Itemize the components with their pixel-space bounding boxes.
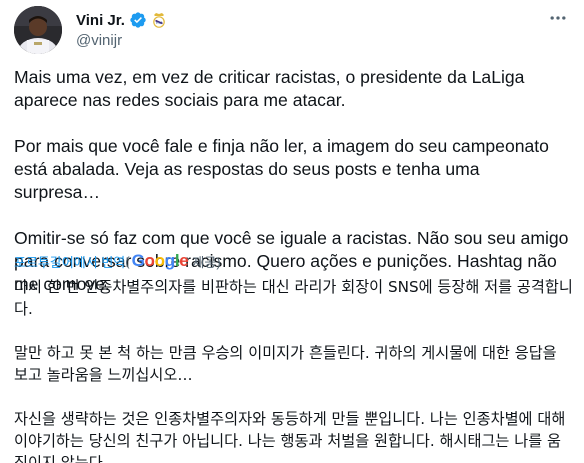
tweet-paragraph: Mais uma vez, em vez de criticar racista… [14, 67, 525, 110]
more-options-icon[interactable] [546, 8, 570, 28]
translated-from-link[interactable]: 포르투갈어에서 번역 [14, 252, 125, 271]
display-name[interactable]: Vini Jr. [76, 12, 125, 29]
user-handle[interactable]: @vinijr [76, 32, 167, 49]
translated-paragraph: 자신을 생략하는 것은 인종차별주의자와 동등하게 만들 뿐입니다. 나는 인종… [14, 410, 566, 463]
avatar-photo [14, 6, 62, 54]
verified-badge-icon [129, 11, 147, 29]
name-row: Vini Jr. RM [76, 10, 167, 30]
translated-text: 다시 한 번 인종차별주의자를 비판하는 대신 라리가 회장이 SNS에 등장해… [14, 276, 574, 463]
user-info: Vini Jr. RM @vinijr [76, 10, 167, 49]
real-madrid-crest-icon[interactable]: RM [151, 11, 167, 29]
tweet-paragraph: Por mais que você fale e finja não ler, … [14, 136, 549, 202]
google-logo: Google [131, 251, 189, 270]
translation-attribution: 포르투갈어에서 번역 ( Google 제공) [14, 250, 221, 272]
svg-text:RM: RM [156, 20, 162, 25]
open-paren: ( [125, 253, 130, 269]
avatar[interactable] [14, 6, 62, 54]
translated-paragraph: 말만 하고 못 본 척 하는 만큼 우승의 이미지가 흔들린다. 귀하의 게시물… [14, 344, 557, 384]
provided-by-label: 제공) [192, 254, 221, 270]
translated-paragraph: 다시 한 번 인종차별주의자를 비판하는 대신 라리가 회장이 SNS에 등장해… [14, 278, 573, 318]
tweet-header: Vini Jr. RM @vinijr [14, 6, 570, 54]
